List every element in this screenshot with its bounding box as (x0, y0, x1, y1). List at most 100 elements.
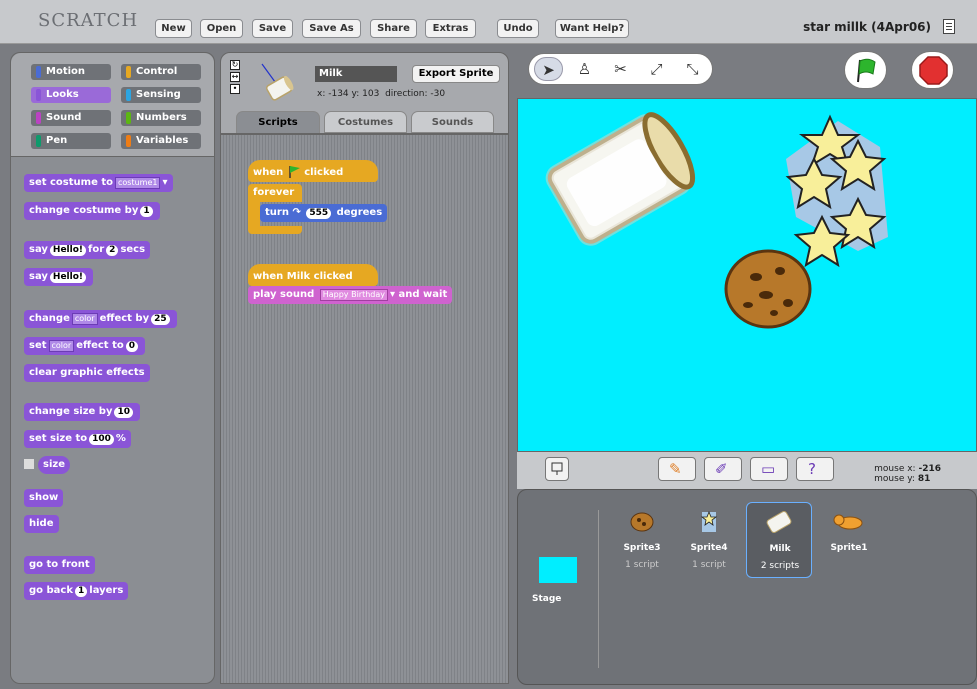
duplicate-stamp-icon[interactable]: ♙ (570, 57, 599, 81)
save-button[interactable]: Save (252, 19, 293, 38)
say-block[interactable]: say Hello! (24, 268, 94, 286)
block-text: % (115, 433, 126, 444)
sprite-name-field[interactable]: Milk (315, 66, 397, 82)
number-input[interactable]: 555 (306, 208, 332, 219)
flip-lr-icon[interactable]: ↔ (230, 72, 240, 82)
open-button[interactable]: Open (200, 19, 243, 38)
costume-dropdown[interactable]: costume1 (114, 177, 161, 189)
help-button[interactable]: Want Help? (555, 19, 629, 38)
stage-item[interactable]: Stage (518, 490, 598, 684)
milk-sprite[interactable] (545, 108, 701, 246)
export-sprite-button[interactable]: Export Sprite (412, 65, 500, 83)
sprite-name: Milk (769, 544, 791, 554)
number-input[interactable]: 2 (106, 245, 119, 256)
tab-sounds[interactable]: Sounds (411, 111, 494, 133)
turn-block[interactable]: turn ↷ 555 degrees (260, 204, 388, 222)
choose-sprite-file-button[interactable]: ▭ (750, 457, 788, 481)
category-motion[interactable]: Motion (31, 64, 111, 80)
text-input[interactable]: Hello! (49, 272, 87, 283)
number-input[interactable]: 10 (114, 407, 134, 418)
forever-block[interactable]: forever (248, 184, 302, 202)
green-flag-button[interactable] (844, 51, 887, 89)
sprite-item-sprite3[interactable]: Sprite3 1 script (609, 505, 675, 575)
sprite-name: Sprite3 (623, 543, 661, 553)
sound-dropdown[interactable]: Happy Birthday (319, 289, 389, 301)
change-effect-block[interactable]: change color effect by 25 (24, 310, 177, 328)
tab-costumes[interactable]: Costumes (324, 111, 407, 133)
surprise-sprite-button[interactable]: ? (796, 457, 834, 481)
sprite-thumbnail (261, 63, 294, 101)
category-sensing[interactable]: Sensing (121, 87, 201, 103)
stage-canvas[interactable] (517, 98, 977, 452)
delete-scissors-icon[interactable]: ✂ (606, 57, 635, 81)
category-variables[interactable]: Variables (121, 133, 201, 149)
hide-block[interactable]: hide (24, 515, 59, 533)
number-input[interactable]: 1 (140, 206, 153, 217)
stars-thumbnail (700, 510, 718, 532)
divider (598, 510, 599, 668)
sprite-item-sprite4[interactable]: Sprite4 1 script (676, 505, 742, 575)
block-text: set (29, 340, 47, 351)
text-input[interactable]: Hello! (49, 245, 87, 256)
folder-icon: ▭ (761, 460, 776, 478)
block-text: layers (89, 585, 124, 596)
stars-sprite[interactable] (785, 114, 888, 268)
number-input[interactable]: 100 (89, 434, 114, 445)
number-input[interactable]: 1 (75, 586, 88, 597)
show-block[interactable]: show (24, 489, 64, 507)
milk-thumbnail (766, 511, 792, 533)
category-label: Sound (46, 112, 82, 123)
sprite-item-sprite1[interactable]: Sprite1 (816, 505, 882, 575)
change-costume-block[interactable]: change costume by 1 (24, 202, 160, 220)
sprite-name: Sprite4 (690, 543, 728, 553)
say-for-secs-block[interactable]: say Hello! for 2 secs (24, 241, 151, 259)
pointer-tool-icon[interactable]: ➤ (534, 57, 563, 81)
clear-effects-block[interactable]: clear graphic effects (24, 364, 150, 382)
undo-button[interactable]: Undo (497, 19, 539, 38)
go-back-layers-block[interactable]: go back 1 layers (24, 582, 129, 600)
block-text: clicked (304, 167, 344, 178)
change-size-block[interactable]: change size by 10 (24, 403, 141, 421)
set-costume-block[interactable]: set costume to costume1 ▾ (24, 174, 173, 192)
block-text: say (29, 271, 48, 282)
category-sound[interactable]: Sound (31, 110, 111, 126)
sprite-item-milk[interactable]: Milk 2 scripts (746, 502, 812, 578)
no-rotate-icon[interactable]: • (230, 84, 240, 94)
project-notes-icon[interactable] (943, 19, 955, 34)
paint-brush-button[interactable]: ✐ (704, 457, 742, 481)
number-input[interactable]: 0 (125, 341, 138, 352)
x-value: -134 (328, 89, 349, 99)
presentation-mode-button[interactable] (545, 457, 569, 481)
grow-icon[interactable]: ⤢ (642, 57, 671, 81)
shrink-icon[interactable]: ⤡ (678, 57, 707, 81)
play-sound-wait-block[interactable]: play sound Happy Birthday ▾ and wait (248, 286, 453, 304)
effect-dropdown[interactable]: color (71, 313, 98, 325)
save-as-button[interactable]: Save As (302, 19, 361, 38)
new-button[interactable]: New (155, 19, 192, 38)
go-to-front-block[interactable]: go to front (24, 556, 95, 574)
extras-button[interactable]: Extras (425, 19, 476, 38)
paint-new-sprite-button[interactable]: ✎ (658, 457, 696, 481)
forever-block-arm (248, 202, 260, 228)
stage-thumbnail (539, 557, 577, 583)
stop-button[interactable] (911, 51, 954, 89)
size-reporter[interactable]: size (38, 456, 70, 474)
share-button[interactable]: Share (370, 19, 417, 38)
category-looks[interactable]: Looks (31, 87, 111, 103)
when-flag-clicked-hat[interactable]: when clicked (248, 160, 378, 182)
effect-dropdown[interactable]: color (48, 340, 75, 352)
number-input[interactable]: 25 (151, 314, 170, 325)
category-numbers[interactable]: Numbers (121, 110, 201, 126)
scripts-area[interactable]: when clicked forever turn ↷ 555 degrees … (220, 134, 509, 684)
cat-thumbnail (833, 514, 863, 530)
category-control[interactable]: Control (121, 64, 201, 80)
size-checkbox[interactable] (24, 459, 34, 469)
set-effect-block[interactable]: set color effect to 0 (24, 337, 145, 355)
category-pen[interactable]: Pen (31, 133, 111, 149)
when-sprite-clicked-hat[interactable]: when Milk clicked (248, 264, 378, 286)
category-label: Control (136, 66, 178, 77)
tab-scripts[interactable]: Scripts (236, 111, 320, 133)
set-size-block[interactable]: set size to 100% (24, 430, 131, 448)
rotate-all-icon[interactable]: ↻ (230, 60, 240, 70)
cookie-sprite[interactable] (724, 249, 812, 329)
